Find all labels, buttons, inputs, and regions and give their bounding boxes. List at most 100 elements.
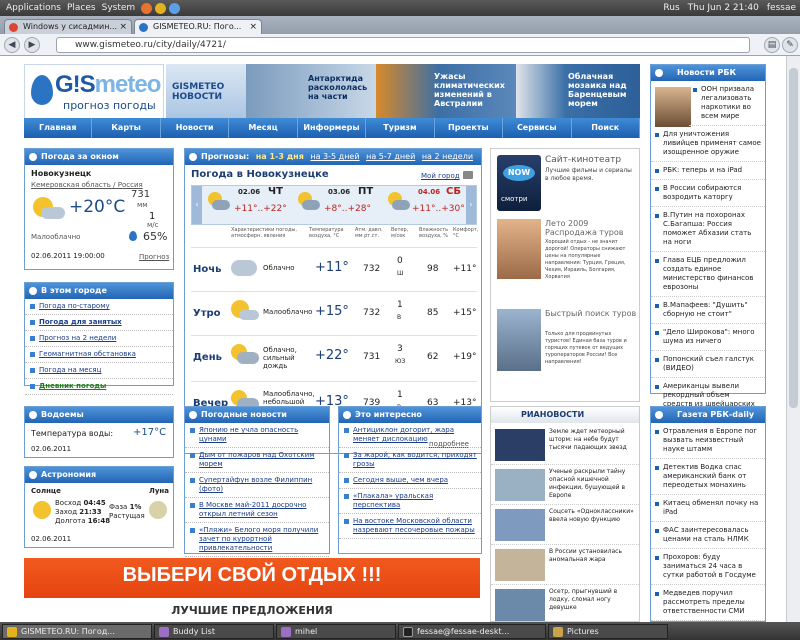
link-diary[interactable]: Дневник погоды xyxy=(25,379,173,395)
vacation-banner[interactable]: ВЫБЕРИ СВОЙ ОТДЫХ !!! ЛУЧШИЕ ПРЕДЛОЖЕНИЯ xyxy=(24,558,480,622)
page-menu-icon[interactable]: ▤ xyxy=(764,37,780,53)
nav-month[interactable]: Месяц xyxy=(229,118,298,138)
next-day-icon[interactable]: › xyxy=(466,186,476,224)
user-name[interactable]: fessae xyxy=(767,3,796,13)
list-item[interactable]: Соцсеть «Одноклассники» ввела новую функ… xyxy=(491,505,639,545)
menu-places[interactable]: Places xyxy=(67,3,96,13)
list-item[interactable]: В.Мапафеев: "Душить" сборную не стоит" xyxy=(651,297,765,324)
list-item[interactable]: Попонский съел галстук (ВИДЕО) xyxy=(651,351,765,378)
day-card-1[interactable]: 02.06 ЧТ +11°..+22° xyxy=(206,186,292,224)
task-mihel[interactable]: mihel xyxy=(276,623,396,639)
tab-windows[interactable]: Windows у сисадмин... × xyxy=(4,19,132,34)
nav-informers[interactable]: Информеры xyxy=(298,118,367,138)
link-2-weeks[interactable]: Прогноз на 2 недели xyxy=(25,331,173,347)
list-item[interactable]: ООН призвала легализовать наркотики во в… xyxy=(689,81,765,126)
prev-day-icon[interactable]: ‹ xyxy=(192,186,202,224)
list-item[interactable]: За жарой, как водится, приходят грозы xyxy=(339,448,481,473)
list-item[interactable]: Японию не учла опасность цунами xyxy=(185,423,329,448)
banner-antarctica[interactable]: Антарктида раскололась на части xyxy=(246,64,376,120)
task-pictures[interactable]: Pictures xyxy=(548,623,668,639)
nav-projects[interactable]: Проекты xyxy=(435,118,504,138)
task-buddy-list[interactable]: Buddy List xyxy=(154,623,274,639)
nav-tourism[interactable]: Туризм xyxy=(366,118,435,138)
list-item[interactable]: Антициклон догорит, жара меняет дислокац… xyxy=(339,423,481,448)
list-item[interactable]: Супертайфун возле Филиппин (фото) xyxy=(185,473,329,498)
link-geomagnetic[interactable]: Геомагнитная обстановка xyxy=(25,347,173,363)
table-row: День Облачно, сильный дождь +22° 731 3 Ю… xyxy=(191,335,477,381)
nav-search[interactable]: Поиск xyxy=(572,118,640,138)
news-photo[interactable] xyxy=(655,87,691,127)
nav-maps[interactable]: Карты xyxy=(92,118,161,138)
tab-gismeteo[interactable]: GISMETEO.RU: Пого... × xyxy=(134,19,262,34)
list-item[interactable]: Медведев поручил рассмотреть пределы отв… xyxy=(651,585,765,621)
list-item[interactable]: Глава ЕЦБ предложил создать единое минис… xyxy=(651,252,765,297)
list-item[interactable]: Сегодня выше, чем вчера xyxy=(339,473,481,489)
banner-australia[interactable]: Ужасы климатических изменений в Австрали… xyxy=(376,64,516,120)
list-item[interactable]: "Дело Широкова": много шума из ничего xyxy=(651,324,765,351)
help-icon[interactable] xyxy=(169,2,181,14)
forecast-link[interactable]: Прогноз xyxy=(139,252,169,262)
city-links-box: В этом городе Погода по-старому Погода д… xyxy=(24,282,174,395)
list-item[interactable]: «Плакала» уральская перспектива xyxy=(339,489,481,514)
list-item[interactable]: Детектив Водка спас американский банк от… xyxy=(651,459,765,495)
list-item[interactable]: ФАС заинтересовалась ценами на сталь НЛМ… xyxy=(651,522,765,549)
list-item[interactable]: Отравления в Европе пог вызвать неизвест… xyxy=(651,423,765,459)
ria-logo[interactable]: РИАНОВОСТИ xyxy=(491,407,639,423)
vertical-scrollbar[interactable] xyxy=(786,56,800,622)
list-item[interactable]: В.Путин на похоронах С.Багапша: Россия п… xyxy=(651,207,765,252)
list-item[interactable]: РБК: теперь и на iPad xyxy=(651,162,765,180)
firefox-icon[interactable] xyxy=(141,2,153,14)
now-tv-logo[interactable]: NOW смотри xyxy=(497,155,541,211)
condition-text: Малооблачно xyxy=(31,233,81,241)
summer-tour-photo[interactable] xyxy=(497,219,541,279)
close-tab-icon[interactable]: × xyxy=(249,20,257,34)
nav-news[interactable]: Новости xyxy=(161,118,230,138)
keyboard-layout[interactable]: Rus xyxy=(663,3,679,13)
list-item[interactable]: Дым от пожаров над Охотским морем xyxy=(185,448,329,473)
menu-applications[interactable]: Applications xyxy=(6,3,61,13)
wrench-icon[interactable]: ✎ xyxy=(782,37,798,53)
close-tab-icon[interactable]: × xyxy=(119,20,127,34)
list-item[interactable]: В Москве май-2011 досрочно открыл летний… xyxy=(185,498,329,523)
region-link[interactable]: Кемеровская область / Россия xyxy=(31,180,143,190)
list-item[interactable]: Осетр, прыгнувший в лодку, сломал ногу д… xyxy=(491,585,639,622)
news-logo-banner[interactable]: GISMETEO НОВОСТИ xyxy=(166,64,246,120)
banner-barents[interactable]: Облачная мозаика над Баренцевым морем xyxy=(516,64,640,120)
menu-system[interactable]: System xyxy=(102,3,136,13)
print-icon[interactable] xyxy=(463,171,473,179)
link-month[interactable]: Погода на месяц xyxy=(25,363,173,379)
day-card-2[interactable]: 03.06 ПТ +8°..+28° xyxy=(296,186,382,224)
scrollbar-thumb[interactable] xyxy=(789,68,798,408)
list-item[interactable]: В России установилась аномальная жара xyxy=(491,545,639,585)
chrome-icon[interactable] xyxy=(155,2,167,14)
period-5-7[interactable]: на 5-7 дней xyxy=(366,152,415,161)
list-item[interactable]: Прохоров: буду заниматься 24 часа в сутк… xyxy=(651,549,765,585)
list-item[interactable]: Китаец обменял почку на iPad xyxy=(651,495,765,522)
link-busy[interactable]: Погода для занятых xyxy=(25,315,173,331)
list-item[interactable]: На востоке Московской области назревают … xyxy=(339,514,481,539)
chrome-icon xyxy=(7,626,17,637)
nav-services[interactable]: Сервисы xyxy=(503,118,572,138)
url-input[interactable]: www.gismeteo.ru/city/daily/4721/ xyxy=(56,37,750,53)
period-2-weeks[interactable]: на 2 недели xyxy=(422,152,473,161)
list-item[interactable]: Для уничтожения ливийцев применят самое … xyxy=(651,126,765,162)
tour-search-photo[interactable] xyxy=(497,309,541,371)
humidity-value: 65% xyxy=(143,230,168,243)
clock[interactable]: Thu Jun 2 21:40 xyxy=(688,3,759,13)
task-terminal[interactable]: fessae@fessae-deskt... xyxy=(398,623,546,639)
web-page: G!Smeteo прогноз погоды GISMETEO НОВОСТИ… xyxy=(0,56,786,622)
list-item[interactable]: «Пляжи» Белого моря получили зачет по ку… xyxy=(185,523,329,557)
period-1-3[interactable]: на 1-3 дня xyxy=(256,152,304,161)
my-city-link[interactable]: Мой город xyxy=(421,171,460,181)
forward-button[interactable]: ▶ xyxy=(24,36,40,53)
day-card-3[interactable]: 04.06 СБ +11°..+30° xyxy=(386,186,466,224)
period-3-5[interactable]: на 3-5 дней xyxy=(310,152,359,161)
link-old-style[interactable]: Погода по-старому xyxy=(25,299,173,315)
task-gismeteo[interactable]: GISMETEO.RU: Погод... xyxy=(2,623,152,639)
list-item[interactable]: Земле ждет метеорный шторм: на небе буду… xyxy=(491,425,639,465)
nav-home[interactable]: Главная xyxy=(24,118,93,138)
list-item[interactable]: В России собираются возродить каторгу xyxy=(651,180,765,207)
list-item[interactable]: Ученые раскрыли тайну опасной кишечной и… xyxy=(491,465,639,505)
gismeteo-logo[interactable]: G!Smeteo прогноз погоды xyxy=(24,64,164,120)
back-button[interactable]: ◀ xyxy=(4,36,20,53)
